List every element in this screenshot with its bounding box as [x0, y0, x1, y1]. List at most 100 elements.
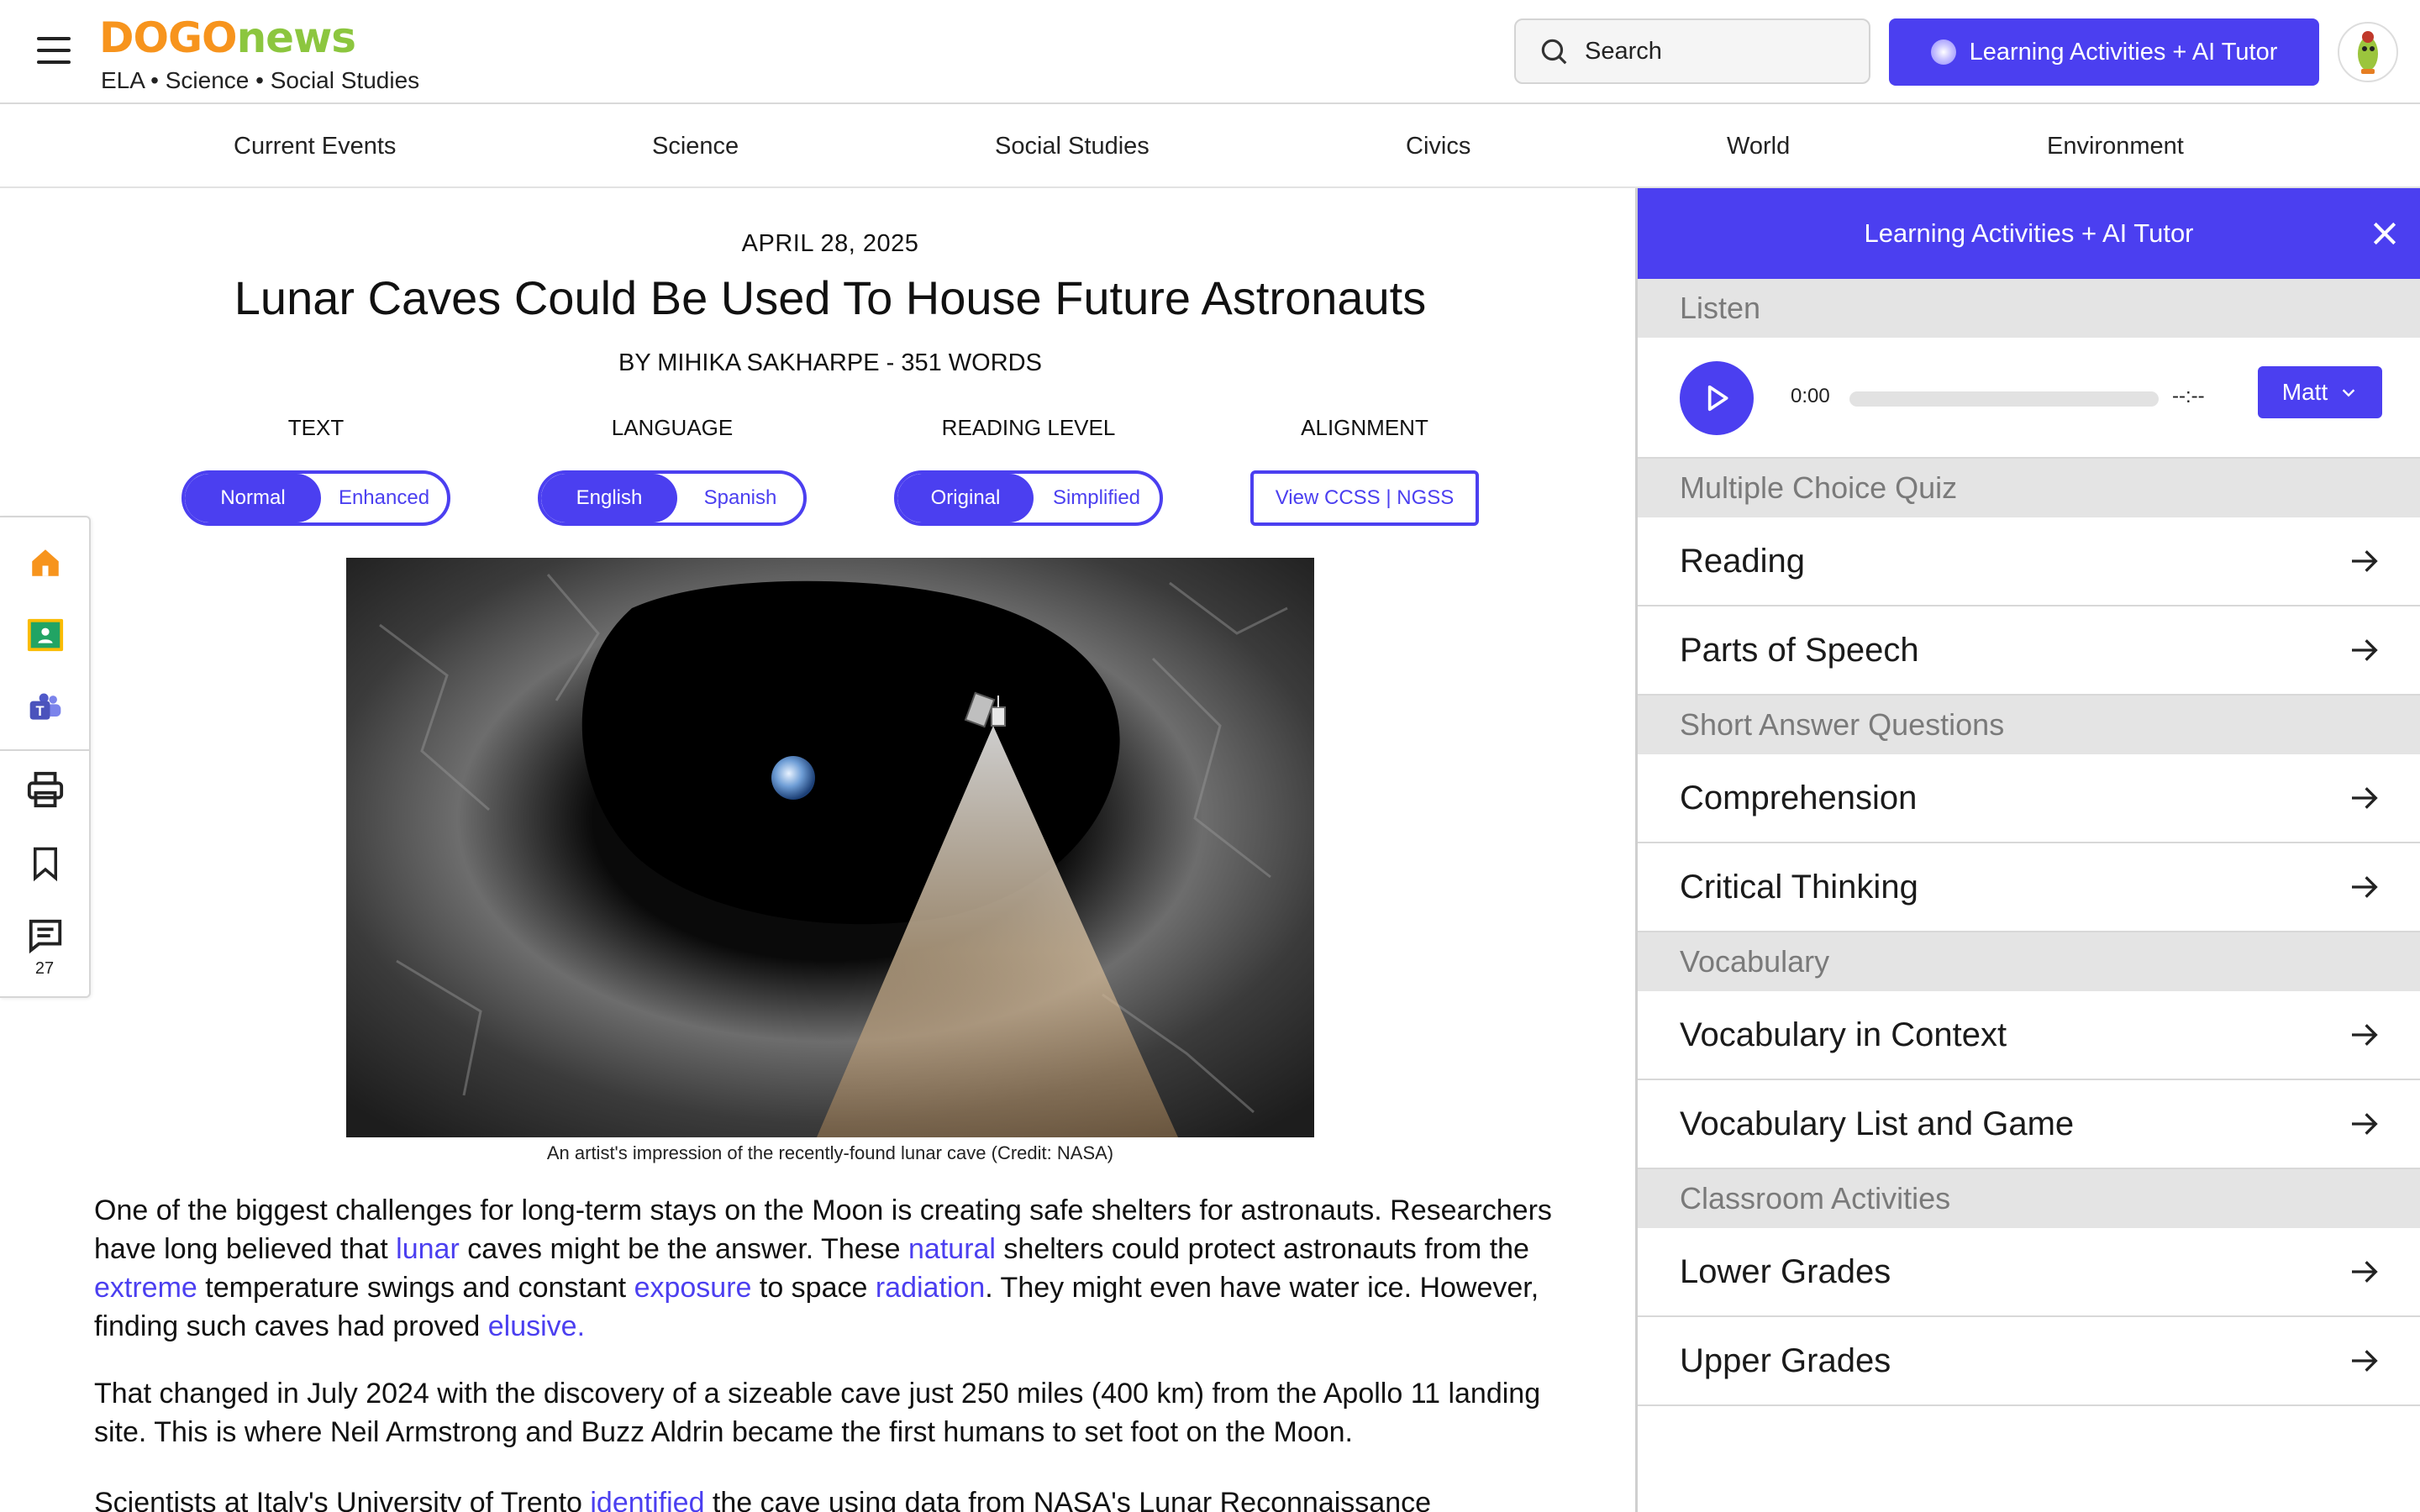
p1-text-3: shelters could protect astronauts from t… [995, 1233, 1529, 1265]
rail-divider [0, 749, 89, 751]
vocab-link-identified[interactable]: identified [590, 1487, 704, 1512]
activity-reading[interactable]: Reading [1638, 517, 2420, 606]
language-spanish-option[interactable]: Spanish [677, 474, 803, 522]
home-icon[interactable] [22, 539, 69, 586]
bookmark-icon[interactable] [22, 840, 69, 887]
activity-parts-of-speech[interactable]: Parts of Speech [1638, 606, 2420, 696]
nav-world[interactable]: World [1727, 133, 1790, 160]
voice-select-label: Matt [2281, 379, 2328, 405]
arrow-right-icon [2352, 550, 2378, 572]
p3-text-1: Scientists at Italy's University of Tren… [94, 1487, 591, 1512]
google-classroom-icon[interactable] [22, 612, 69, 659]
arrow-right-icon [2352, 876, 2378, 898]
text-option-label: TEXT [287, 415, 345, 440]
activity-label: Vocabulary in Context [1680, 1016, 2007, 1053]
category-nav: Current Events Science Social Studies Ci… [0, 104, 2420, 188]
logo-text-dogo: DOGO [99, 13, 238, 62]
chevron-down-icon [2342, 389, 2355, 397]
p1-text-4: temperature swings and constant [197, 1272, 634, 1304]
comments-icon[interactable] [22, 912, 69, 959]
vocab-link-extreme[interactable]: extreme [94, 1272, 197, 1304]
language-toggle: English Spanish [538, 470, 807, 526]
text-normal-option[interactable]: Normal [185, 474, 321, 522]
activity-label: Parts of Speech [1680, 631, 1919, 669]
vocab-link-natural[interactable]: natural [908, 1233, 996, 1265]
activity-label: Upper Grades [1680, 1341, 1891, 1379]
vocab-link-radiation[interactable]: radiation [876, 1272, 985, 1304]
ai-sparkle-icon [1930, 39, 1956, 65]
section-listen: Listen [1638, 279, 2420, 338]
panel-title: Learning Activities + AI Tutor [1864, 218, 2194, 248]
audio-current-time: 0:00 [1791, 385, 1830, 407]
view-standards-button[interactable]: View CCSS | NGSS [1250, 470, 1479, 526]
section-short-answer-questions: Short Answer Questions [1638, 696, 2420, 754]
microsoft-teams-icon[interactable]: T [22, 684, 69, 731]
text-toggle: Normal Enhanced [182, 470, 450, 526]
comment-count: 27 [34, 959, 55, 978]
image-caption: An artist's impression of the recently-f… [546, 1142, 1114, 1163]
close-icon[interactable] [2368, 217, 2402, 250]
learning-activities-label: Learning Activities + AI Tutor [1969, 38, 2278, 66]
audio-player: 0:00 --:-- Matt [1638, 338, 2420, 459]
activity-comprehension[interactable]: Comprehension [1638, 754, 2420, 843]
play-icon [1707, 385, 1728, 412]
article-content: APRIL 28, 2025 Lunar Caves Could Be Used… [0, 190, 1635, 1512]
top-header: DOGOnews ELA • Science • Social Studies … [0, 0, 2420, 104]
article-image-lunar-cave[interactable] [346, 558, 1314, 1137]
p1-text-2: caves might be the answer. These [459, 1233, 909, 1265]
menu-icon[interactable] [37, 37, 71, 66]
article-paragraph-2: That changed in July 2024 with the disco… [94, 1378, 1541, 1448]
language-option-label: LANGUAGE [611, 415, 734, 440]
activity-label: Critical Thinking [1680, 868, 1918, 906]
search-box[interactable]: Search [1514, 18, 1870, 84]
vocab-link-exposure[interactable]: exposure [634, 1272, 752, 1304]
arrow-right-icon [2352, 1113, 2378, 1135]
language-english-option[interactable]: English [541, 474, 677, 522]
search-label: Search [1585, 37, 1662, 65]
avatar-character-icon [2358, 31, 2378, 74]
panel-header: Learning Activities + AI Tutor [1638, 188, 2420, 279]
arrow-right-icon [2352, 787, 2378, 809]
p1-text-5: to space [751, 1272, 876, 1304]
arrow-right-icon [2352, 1024, 2378, 1046]
level-original-option[interactable]: Original [897, 474, 1034, 522]
activity-lower-grades[interactable]: Lower Grades [1638, 1228, 2420, 1317]
print-icon[interactable] [22, 766, 69, 813]
voice-select-button[interactable]: Matt [2258, 366, 2382, 418]
activity-label: Vocabulary List and Game [1680, 1105, 2075, 1142]
user-avatar[interactable] [2338, 22, 2398, 82]
activity-upper-grades[interactable]: Upper Grades [1638, 1317, 2420, 1406]
audio-progress-bar[interactable] [1849, 391, 2159, 407]
arrow-right-icon [2352, 1350, 2378, 1372]
activity-vocabulary-in-context[interactable]: Vocabulary in Context [1638, 991, 2420, 1080]
reading-level-toggle: Original Simplified [894, 470, 1163, 526]
activity-label: Comprehension [1680, 779, 1918, 816]
p3-text-2: the cave using data from NASA's Lunar Re… [704, 1487, 1432, 1512]
article-date: APRIL 28, 2025 [741, 230, 919, 257]
nav-current-events[interactable]: Current Events [234, 133, 396, 160]
nav-civics[interactable]: Civics [1406, 133, 1470, 160]
level-simplified-option[interactable]: Simplified [1034, 474, 1160, 522]
svg-text:T: T [36, 704, 45, 719]
nav-social-studies[interactable]: Social Studies [995, 133, 1150, 160]
play-button[interactable] [1680, 361, 1754, 435]
article-title: Lunar Caves Could Be Used To House Futur… [234, 271, 1427, 324]
learning-activities-panel: Learning Activities + AI Tutor Listen 0:… [1635, 188, 2420, 1512]
section-classroom-activities: Classroom Activities [1638, 1169, 2420, 1228]
activity-vocabulary-list-and-game[interactable]: Vocabulary List and Game [1638, 1080, 2420, 1169]
lunar-cave-illustration [346, 558, 1314, 1137]
section-vocabulary: Vocabulary [1638, 932, 2420, 991]
alignment-option-label: ALIGNMENT [1301, 415, 1428, 440]
activity-critical-thinking[interactable]: Critical Thinking [1638, 843, 2420, 932]
vocab-link-elusive[interactable]: elusive. [488, 1310, 585, 1342]
section-multiple-choice-quiz: Multiple Choice Quiz [1638, 459, 2420, 517]
search-icon [1541, 39, 1567, 65]
nav-science[interactable]: Science [652, 133, 739, 160]
subjects-tagline: ELA • Science • Social Studies [101, 67, 420, 93]
vocab-link-lunar[interactable]: lunar [396, 1233, 460, 1265]
article-paragraph-3: Scientists at Italy's University of Tren… [94, 1483, 1556, 1512]
learning-activities-button[interactable]: Learning Activities + AI Tutor [1889, 18, 2319, 86]
dogonews-logo[interactable]: DOGOnews [99, 13, 356, 62]
nav-environment[interactable]: Environment [2047, 133, 2184, 160]
text-enhanced-option[interactable]: Enhanced [321, 474, 447, 522]
